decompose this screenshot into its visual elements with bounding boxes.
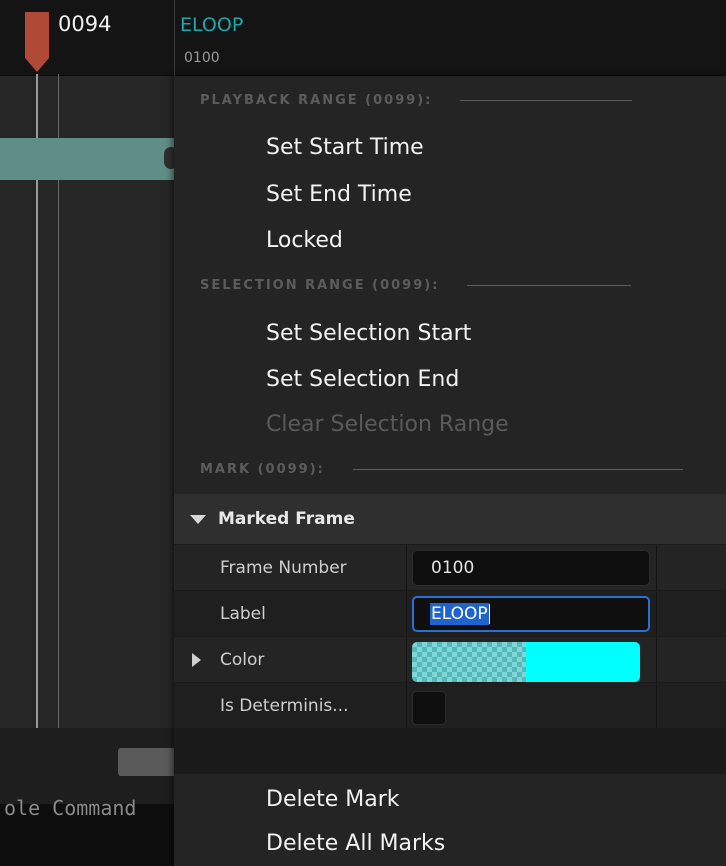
- color-alpha-preview: [412, 642, 526, 682]
- marked-frame-title: Marked Frame: [218, 509, 355, 529]
- header-rule: [352, 468, 683, 470]
- header-rule: [460, 99, 633, 101]
- text-cursor: [488, 604, 490, 624]
- label-text-selection: ELOOP: [430, 603, 489, 625]
- marked-frame-category[interactable]: Marked Frame: [174, 494, 726, 544]
- label-row: Label ELOOP: [174, 590, 726, 637]
- column-divider: [656, 591, 657, 637]
- selection-range-title: SELECTION RANGE (0099):: [200, 277, 440, 293]
- triangle-down-icon: [190, 514, 206, 524]
- mark-title: MARK (0099):: [200, 461, 325, 477]
- column-divider: [656, 545, 657, 591]
- column-divider: [406, 591, 407, 637]
- color-row: Color: [174, 636, 726, 683]
- set-selection-end-item[interactable]: Set Selection End: [266, 359, 459, 399]
- playhead-flag-icon[interactable]: [24, 12, 50, 74]
- set-selection-start-item[interactable]: Set Selection Start: [266, 313, 471, 353]
- locked-item[interactable]: Locked: [266, 220, 343, 260]
- set-end-time-item[interactable]: Set End Time: [266, 174, 412, 214]
- mark-label[interactable]: ELOOP: [180, 14, 243, 36]
- horizontal-scrollbar[interactable]: [118, 748, 178, 776]
- sequencer-window: 0094 ELOOP 0100 ole Command PLAYBACK RAN…: [0, 0, 726, 866]
- context-menu: PLAYBACK RANGE (0099): Set Start Time Se…: [174, 76, 726, 866]
- label-text-field[interactable]: ELOOP: [412, 596, 650, 632]
- set-start-time-item[interactable]: Set Start Time: [266, 127, 424, 167]
- playback-range-header: PLAYBACK RANGE (0099):: [200, 90, 633, 110]
- frame-number-field[interactable]: 0100: [412, 550, 650, 586]
- is-deterministic-label: Is Determinis...: [220, 696, 349, 716]
- triangle-right-icon[interactable]: [192, 653, 201, 667]
- console-command-input[interactable]: ole Command: [4, 796, 136, 820]
- playback-range-title: PLAYBACK RANGE (0099):: [200, 92, 433, 108]
- column-divider: [656, 683, 657, 729]
- frame-number-row: Frame Number 0100: [174, 544, 726, 591]
- column-divider: [406, 545, 407, 591]
- ruler-divider: [174, 0, 175, 76]
- delete-all-marks-item[interactable]: Delete All Marks: [266, 823, 445, 863]
- clear-selection-range-item: Clear Selection Range: [266, 411, 509, 437]
- color-solid-preview: [526, 642, 640, 682]
- mark-frame-number: 0100: [184, 50, 220, 66]
- color-label: Color: [220, 650, 265, 670]
- marked-frame-details: Marked Frame Frame Number 0100 Label ELO…: [174, 494, 726, 774]
- selection-range-header: SELECTION RANGE (0099):: [200, 275, 632, 295]
- track-section[interactable]: [0, 138, 180, 180]
- playhead-frame-label: 0094: [58, 12, 112, 36]
- is-deterministic-checkbox[interactable]: [412, 691, 446, 725]
- is-deterministic-row: Is Determinis...: [174, 682, 726, 729]
- column-divider: [656, 637, 657, 683]
- header-rule: [467, 284, 632, 286]
- mark-header: MARK (0099):: [200, 459, 683, 479]
- color-swatch[interactable]: [412, 642, 640, 682]
- delete-mark-item[interactable]: Delete Mark: [266, 779, 400, 819]
- label-label: Label: [220, 604, 266, 624]
- column-divider: [406, 637, 407, 683]
- frame-number-label: Frame Number: [220, 558, 347, 578]
- column-divider: [406, 683, 407, 729]
